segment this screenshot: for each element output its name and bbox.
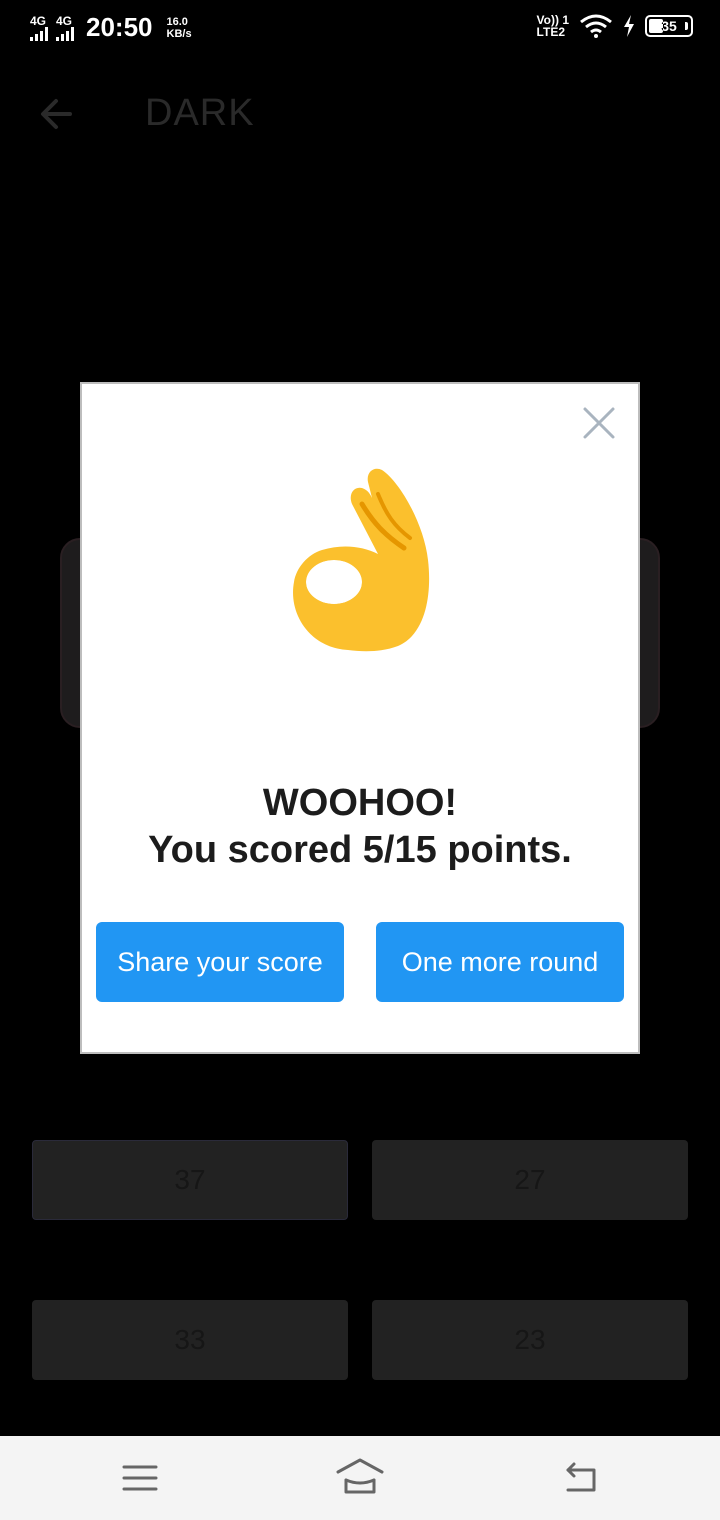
ok-hand-icon: [293, 468, 430, 652]
signal-bars-1-icon: [30, 26, 48, 41]
battery-level: 35: [661, 18, 677, 34]
page-title: DARK: [145, 92, 255, 134]
score-message: WOOHOO! You scored 5/15 points.: [82, 780, 638, 874]
network-type-2: 4G: [56, 13, 73, 28]
answer-button[interactable]: 23: [372, 1300, 688, 1380]
status-bar: 4G 4G 20:50 16.0 KB/s Vo)) 1 LTE2 35: [0, 0, 720, 56]
answer-button[interactable]: 37: [32, 1140, 348, 1220]
signal-bars-2-icon: [56, 26, 74, 41]
wifi-icon: [580, 14, 612, 38]
speed-value: 16.0: [166, 15, 188, 28]
signal-2: 4G: [56, 15, 74, 41]
battery-icon: 35: [645, 15, 693, 37]
one-more-round-button[interactable]: One more round: [376, 922, 624, 1002]
speed-unit: KB/s: [166, 27, 192, 40]
menu-icon[interactable]: [120, 1458, 160, 1498]
volte-bottom: LTE2: [536, 25, 565, 39]
charging-icon: [624, 15, 634, 37]
navigation-bar: [0, 1436, 720, 1520]
home-icon[interactable]: [336, 1458, 384, 1498]
network-type-1: 4G: [30, 13, 47, 28]
share-score-button[interactable]: Share your score: [96, 922, 344, 1002]
app-bar: DARK: [0, 70, 720, 156]
score-text: You scored 5/15 points.: [148, 829, 572, 871]
clock: 20:50: [86, 12, 153, 42]
close-icon[interactable]: [582, 406, 616, 440]
arrow-left-icon[interactable]: [36, 94, 76, 134]
answer-button[interactable]: 33: [32, 1300, 348, 1380]
score-dialog: WOOHOO! You scored 5/15 points. Share yo…: [80, 382, 640, 1054]
dialog-heading: WOOHOO!: [262, 782, 458, 824]
answer-button[interactable]: 27: [372, 1140, 688, 1220]
volte-indicator: Vo)) 1 LTE2: [537, 14, 569, 38]
signal-1: 4G: [30, 15, 48, 41]
back-icon[interactable]: [560, 1458, 600, 1498]
network-speed: 16.0 KB/s: [167, 16, 192, 40]
